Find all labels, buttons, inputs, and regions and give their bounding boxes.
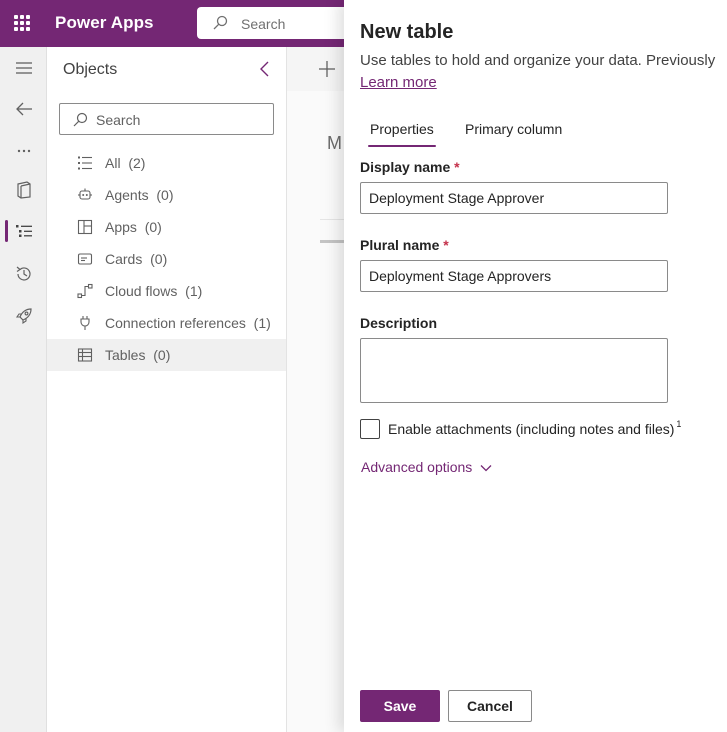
objects-panel: Objects Search All (2) Agents (0) Apps (… xyxy=(47,47,287,732)
objects-item-count: (0) xyxy=(150,251,168,267)
objects-item-apps[interactable]: Apps (0) xyxy=(47,211,286,243)
tab-properties[interactable]: Properties xyxy=(368,121,436,147)
collapse-chevron-left-icon[interactable] xyxy=(255,59,275,79)
new-table-panel: New table Use tables to hold and organiz… xyxy=(344,0,727,732)
left-nav-rail xyxy=(0,47,47,732)
panel-title: New table xyxy=(360,21,454,43)
plus-icon[interactable] xyxy=(318,60,336,83)
required-indicator: * xyxy=(443,237,449,253)
objects-item-count: (0) xyxy=(156,187,174,203)
objects-item-cards[interactable]: Cards (0) xyxy=(47,243,286,275)
objects-item-label: Agents xyxy=(105,187,149,203)
objects-item-label: Tables xyxy=(105,347,146,363)
objects-item-count: (1) xyxy=(185,283,203,299)
list-icon xyxy=(77,155,93,171)
search-icon xyxy=(212,15,228,36)
objects-search-placeholder: Search xyxy=(96,112,141,128)
chevron-down-icon xyxy=(472,459,492,475)
history-icon[interactable] xyxy=(0,260,47,288)
objects-title: Objects xyxy=(63,61,118,78)
canvas-heading: M xyxy=(327,133,342,153)
objects-item-all[interactable]: All (2) xyxy=(47,147,286,179)
description-label: Description xyxy=(360,315,438,331)
rocket-icon[interactable] xyxy=(0,302,47,330)
agent-icon xyxy=(77,187,93,203)
enable-attachments-checkbox[interactable] xyxy=(360,419,380,439)
enable-attachments-label: Enable attachments (including notes and … xyxy=(388,419,682,437)
objects-item-count: (2) xyxy=(128,155,146,171)
objects-item-tables[interactable]: Tables (0) xyxy=(47,339,286,371)
table-icon xyxy=(77,347,93,363)
advanced-options-label: Advanced options xyxy=(361,459,473,475)
global-search-placeholder: Search xyxy=(241,16,286,32)
objects-item-cloud-flows[interactable]: Cloud flows (1) xyxy=(47,275,286,307)
display-name-label: Display name * xyxy=(360,159,460,175)
menu-icon[interactable] xyxy=(0,54,47,82)
objects-item-label: Connection references xyxy=(105,315,246,331)
objects-list: All (2) Agents (0) Apps (0) Cards (0) Cl xyxy=(47,147,286,371)
apps-icon xyxy=(77,219,93,235)
learn-more-link[interactable]: Learn more xyxy=(360,74,437,91)
book-icon[interactable] xyxy=(0,176,47,204)
app-name[interactable]: Power Apps xyxy=(55,13,154,33)
objects-item-label: Cards xyxy=(105,251,143,267)
loading-bar xyxy=(320,240,344,243)
back-arrow-icon[interactable] xyxy=(0,95,47,123)
card-icon xyxy=(77,251,93,267)
tree-view-icon[interactable] xyxy=(0,217,47,245)
save-button[interactable]: Save xyxy=(360,690,440,722)
advanced-options-toggle[interactable]: Advanced options xyxy=(361,459,492,475)
objects-item-count: (1) xyxy=(253,315,271,331)
cancel-button[interactable]: Cancel xyxy=(448,690,532,722)
display-name-label-text: Display name xyxy=(360,159,451,175)
plug-icon xyxy=(77,315,93,331)
required-indicator: * xyxy=(454,159,460,175)
plural-name-label: Plural name * xyxy=(360,237,449,253)
flow-icon xyxy=(77,283,93,299)
divider xyxy=(320,219,344,220)
objects-item-label: Apps xyxy=(105,219,137,235)
main-canvas: M xyxy=(287,47,344,732)
objects-search-input[interactable]: Search xyxy=(59,103,274,135)
description-textarea[interactable] xyxy=(360,338,668,403)
display-name-field[interactable]: Deployment Stage Approver xyxy=(360,182,668,214)
plural-name-field[interactable]: Deployment Stage Approvers xyxy=(360,260,668,292)
objects-item-count: (0) xyxy=(153,347,171,363)
footnote-marker: 1 xyxy=(676,419,682,429)
panel-description: Use tables to hold and organize your dat… xyxy=(360,52,716,69)
app-launcher-waffle-icon[interactable] xyxy=(12,13,32,33)
objects-item-label: Cloud flows xyxy=(105,283,178,299)
plural-name-label-text: Plural name xyxy=(360,237,440,253)
tab-primary-column[interactable]: Primary column xyxy=(465,121,562,145)
objects-item-agents[interactable]: Agents (0) xyxy=(47,179,286,211)
command-bar xyxy=(287,47,344,91)
search-icon xyxy=(72,112,88,133)
objects-item-label: All xyxy=(105,155,121,171)
more-icon[interactable] xyxy=(0,137,47,165)
enable-attachments-text: Enable attachments (including notes and … xyxy=(388,421,675,437)
objects-item-count: (0) xyxy=(144,219,162,235)
objects-item-connection-references[interactable]: Connection references (1) xyxy=(47,307,286,339)
